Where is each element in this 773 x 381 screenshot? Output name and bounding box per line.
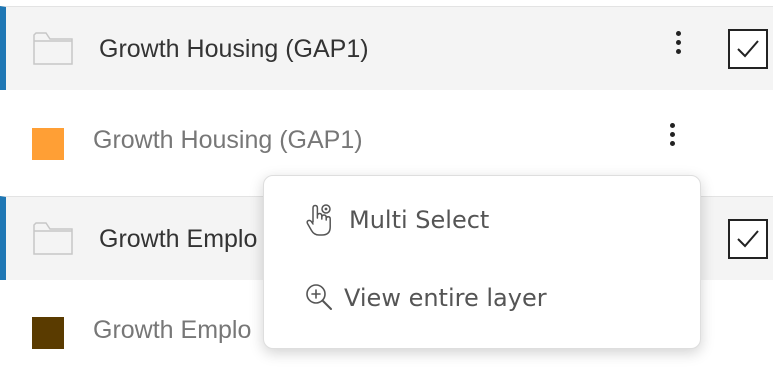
layer-group-label: Growth Housing (GAP1) (99, 35, 369, 63)
kebab-dot (669, 141, 675, 146)
kebab-dot (675, 40, 681, 45)
layer-color-swatch (32, 317, 64, 349)
folder-icon (33, 222, 73, 255)
menu-item-multi-select[interactable]: Multi Select (264, 188, 700, 254)
kebab-dot (675, 49, 681, 54)
touch-select-icon (306, 204, 331, 236)
layer-list: Growth Housing (GAP1) Growth Housing (GA… (0, 0, 773, 381)
menu-item-label: View entire layer (344, 284, 547, 312)
kebab-dot (675, 31, 681, 36)
layer-group-label: Growth Emplo (99, 225, 258, 253)
more-vertical-icon[interactable] (666, 27, 690, 67)
menu-item-view-entire-layer[interactable]: View entire layer (264, 266, 700, 332)
layer-color-swatch (32, 128, 64, 160)
layer-item-label: Growth Emplo (93, 316, 252, 344)
layer-context-menu: Multi Select View entire layer (263, 175, 701, 349)
layer-group-growth-housing[interactable]: Growth Housing (GAP1) (0, 6, 773, 90)
layer-visibility-checkbox[interactable] (728, 29, 768, 69)
zoom-in-icon (306, 284, 332, 310)
kebab-dot (669, 123, 675, 128)
check-icon (737, 40, 759, 58)
layer-item-label: Growth Housing (GAP1) (93, 126, 363, 154)
folder-icon (33, 32, 73, 65)
layer-visibility-checkbox[interactable] (728, 219, 768, 259)
more-vertical-icon[interactable] (660, 119, 684, 159)
check-icon (737, 230, 759, 248)
kebab-dot (669, 132, 675, 137)
menu-item-label: Multi Select (349, 206, 490, 234)
